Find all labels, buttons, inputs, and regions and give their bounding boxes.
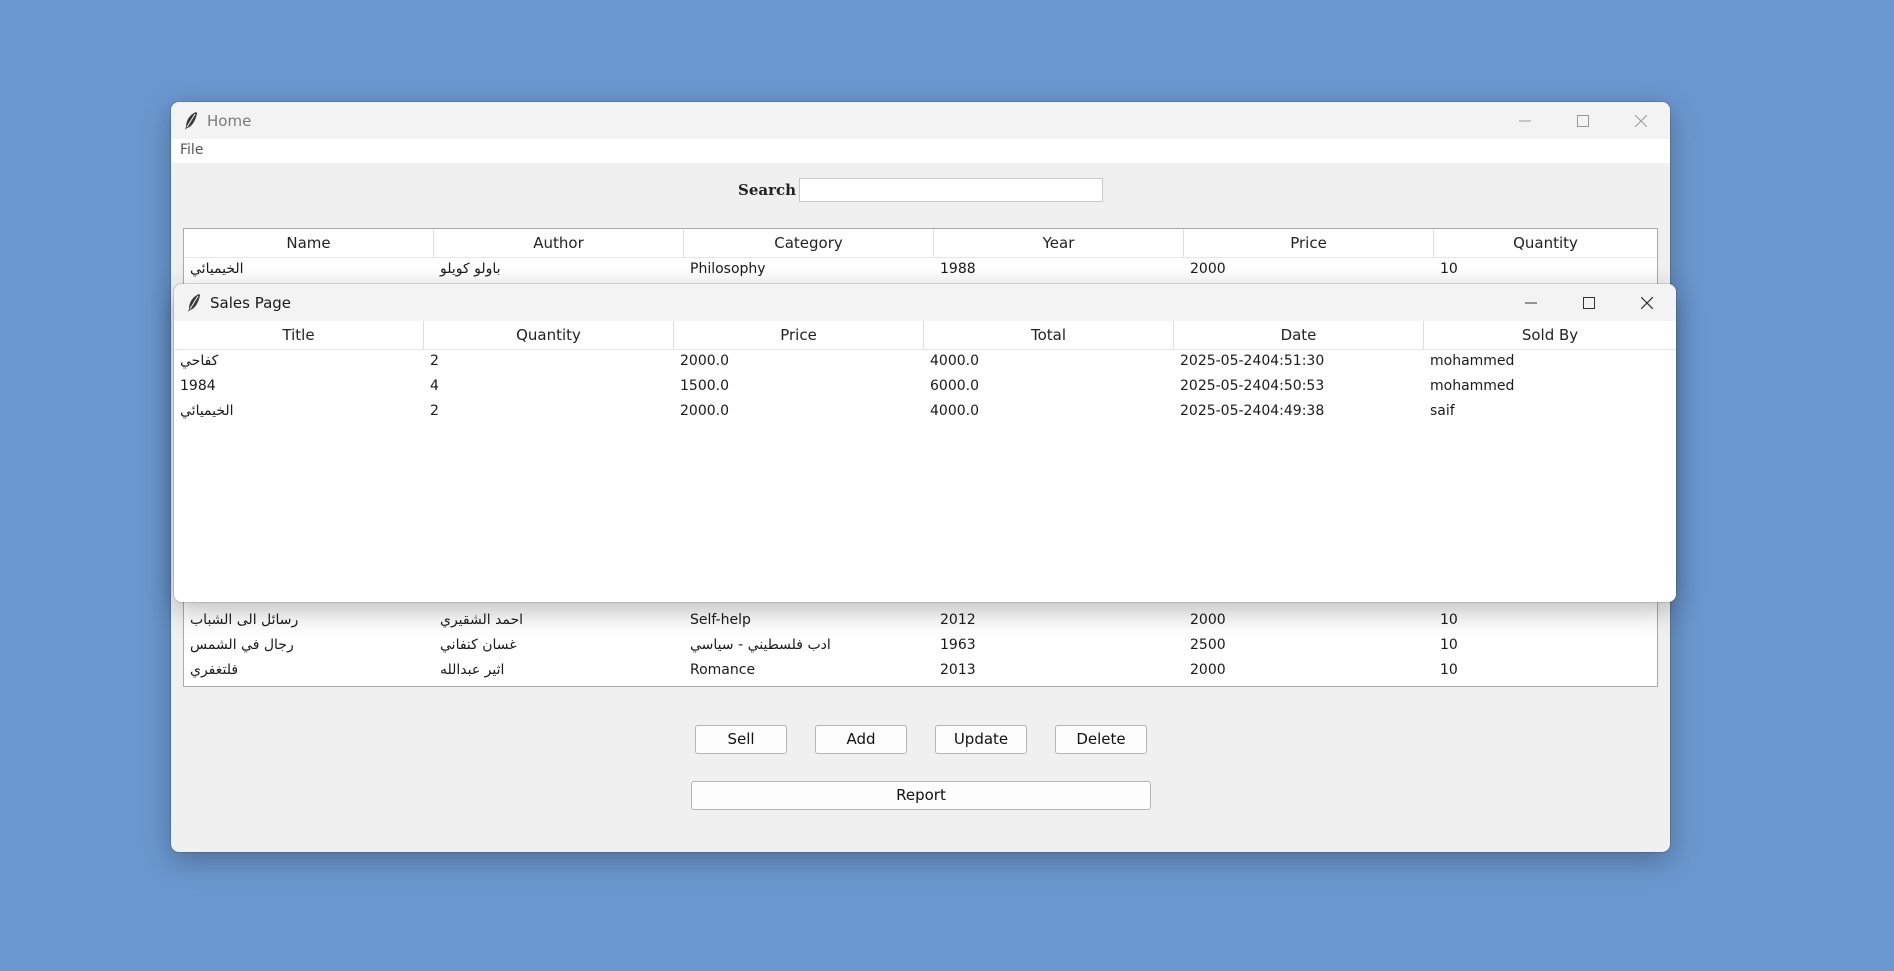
- menu-bar: File: [171, 139, 1670, 163]
- table-row[interactable]: الخيميائي باولو كويلو Philosophy 1988 20…: [184, 257, 1657, 282]
- cell-author: غسان كنفاني: [440, 637, 517, 653]
- cell-author: باولو كويلو: [440, 261, 501, 277]
- add-button[interactable]: Add: [815, 725, 907, 754]
- table-row[interactable]: رسائل الى الشباب احمد الشقيري Self-help …: [184, 608, 1657, 633]
- cell-quantity: 2: [430, 353, 439, 369]
- sales-minimize-button[interactable]: [1502, 284, 1560, 321]
- cell-price: 2000.0: [680, 353, 729, 369]
- column-header-total[interactable]: Total: [924, 321, 1174, 349]
- column-header-author[interactable]: Author: [434, 229, 684, 257]
- cell-sold-by: mohammed: [1430, 378, 1515, 394]
- cell-price: 2500: [1190, 637, 1226, 653]
- cell-year: 1963: [940, 637, 976, 653]
- search-input[interactable]: [799, 178, 1103, 202]
- column-header-category[interactable]: Category: [684, 229, 934, 257]
- column-header-quantity[interactable]: Quantity: [424, 321, 674, 349]
- update-button[interactable]: Update: [935, 725, 1027, 754]
- maximize-icon: [1577, 114, 1589, 127]
- column-header-date[interactable]: Date: [1174, 321, 1424, 349]
- cell-title: كفاحي: [180, 353, 219, 369]
- sales-title: Sales Page: [210, 294, 292, 312]
- maximize-icon: [1583, 296, 1595, 309]
- books-table-header: Name Author Category Year Price Quantity: [184, 229, 1657, 258]
- report-button[interactable]: Report: [691, 781, 1151, 810]
- cell-quantity: 10: [1440, 612, 1458, 628]
- cell-price: 2000: [1190, 612, 1226, 628]
- feather-icon: [183, 111, 199, 131]
- cell-title: 1984: [180, 378, 216, 394]
- column-header-title[interactable]: Title: [174, 321, 424, 349]
- cell-quantity: 10: [1440, 261, 1458, 277]
- cell-category: Philosophy: [690, 261, 766, 277]
- cell-name: فلتغفري: [190, 662, 239, 678]
- home-titlebar[interactable]: Home: [171, 102, 1670, 139]
- sales-close-button[interactable]: [1618, 284, 1676, 321]
- table-row[interactable]: فلتغفري اثير عبدالله Romance 2013 2000 1…: [184, 658, 1657, 683]
- column-header-price[interactable]: Price: [1184, 229, 1434, 257]
- feather-icon: [186, 293, 202, 313]
- home-close-button[interactable]: [1612, 102, 1670, 139]
- delete-button[interactable]: Delete: [1055, 725, 1147, 754]
- close-icon: [1641, 296, 1653, 309]
- column-header-quantity[interactable]: Quantity: [1434, 229, 1657, 257]
- table-row[interactable]: 1984 4 1500.0 6000.0 2025-05-2404:50:53 …: [174, 374, 1676, 399]
- cell-price: 2000.0: [680, 403, 729, 419]
- search-label: Search: [738, 181, 797, 199]
- cell-date: 2025-05-2404:50:53: [1180, 378, 1325, 394]
- cell-price: 2000: [1190, 662, 1226, 678]
- cell-quantity: 10: [1440, 662, 1458, 678]
- cell-category: Romance: [690, 662, 756, 678]
- cell-title: الخيميائي: [180, 403, 234, 419]
- cell-total: 4000.0: [930, 403, 979, 419]
- cell-date: 2025-05-2404:49:38: [1180, 403, 1325, 419]
- cell-year: 2013: [940, 662, 976, 678]
- home-maximize-button[interactable]: [1554, 102, 1612, 139]
- cell-price: 1500.0: [680, 378, 729, 394]
- sales-titlebar[interactable]: Sales Page: [174, 284, 1676, 322]
- cell-total: 4000.0: [930, 353, 979, 369]
- column-header-sold-by[interactable]: Sold By: [1424, 321, 1676, 349]
- cell-year: 2012: [940, 612, 976, 628]
- sales-maximize-button[interactable]: [1560, 284, 1618, 321]
- cell-quantity: 2: [430, 403, 439, 419]
- column-header-year[interactable]: Year: [934, 229, 1184, 257]
- cell-name: رسائل الى الشباب: [190, 612, 299, 628]
- cell-name: الخيميائي: [190, 261, 244, 277]
- home-minimize-button[interactable]: [1496, 102, 1554, 139]
- home-title: Home: [207, 112, 252, 130]
- cell-author: اثير عبدالله: [440, 662, 505, 678]
- sales-window: Sales Page Title Quantity Price Total Da…: [174, 284, 1676, 602]
- column-header-price[interactable]: Price: [674, 321, 924, 349]
- close-icon: [1635, 114, 1647, 127]
- cell-quantity: 4: [430, 378, 439, 394]
- cell-sold-by: saif: [1430, 403, 1455, 419]
- sales-table: Title Quantity Price Total Date Sold By …: [174, 321, 1676, 602]
- column-header-name[interactable]: Name: [184, 229, 434, 257]
- cell-date: 2025-05-2404:51:30: [1180, 353, 1325, 369]
- cell-price: 2000: [1190, 261, 1226, 277]
- cell-quantity: 10: [1440, 637, 1458, 653]
- cell-total: 6000.0: [930, 378, 979, 394]
- table-row[interactable]: كفاحي 2 2000.0 4000.0 2025-05-2404:51:30…: [174, 349, 1676, 374]
- menu-file[interactable]: File: [180, 142, 203, 158]
- sell-button[interactable]: Sell: [695, 725, 787, 754]
- sales-table-header: Title Quantity Price Total Date Sold By: [174, 321, 1676, 350]
- cell-sold-by: mohammed: [1430, 353, 1515, 369]
- minimize-icon: [1525, 297, 1537, 309]
- table-row[interactable]: الخيميائي 2 2000.0 4000.0 2025-05-2404:4…: [174, 399, 1676, 424]
- table-row[interactable]: رجال في الشمس غسان كنفاني ادب فلسطيني - …: [184, 633, 1657, 658]
- cell-name: رجال في الشمس: [190, 637, 294, 653]
- cell-author: احمد الشقيري: [440, 612, 524, 628]
- minimize-icon: [1519, 115, 1531, 127]
- cell-category: Self-help: [690, 612, 751, 628]
- cell-category: ادب فلسطيني - سياسي: [690, 637, 831, 653]
- cell-year: 1988: [940, 261, 976, 277]
